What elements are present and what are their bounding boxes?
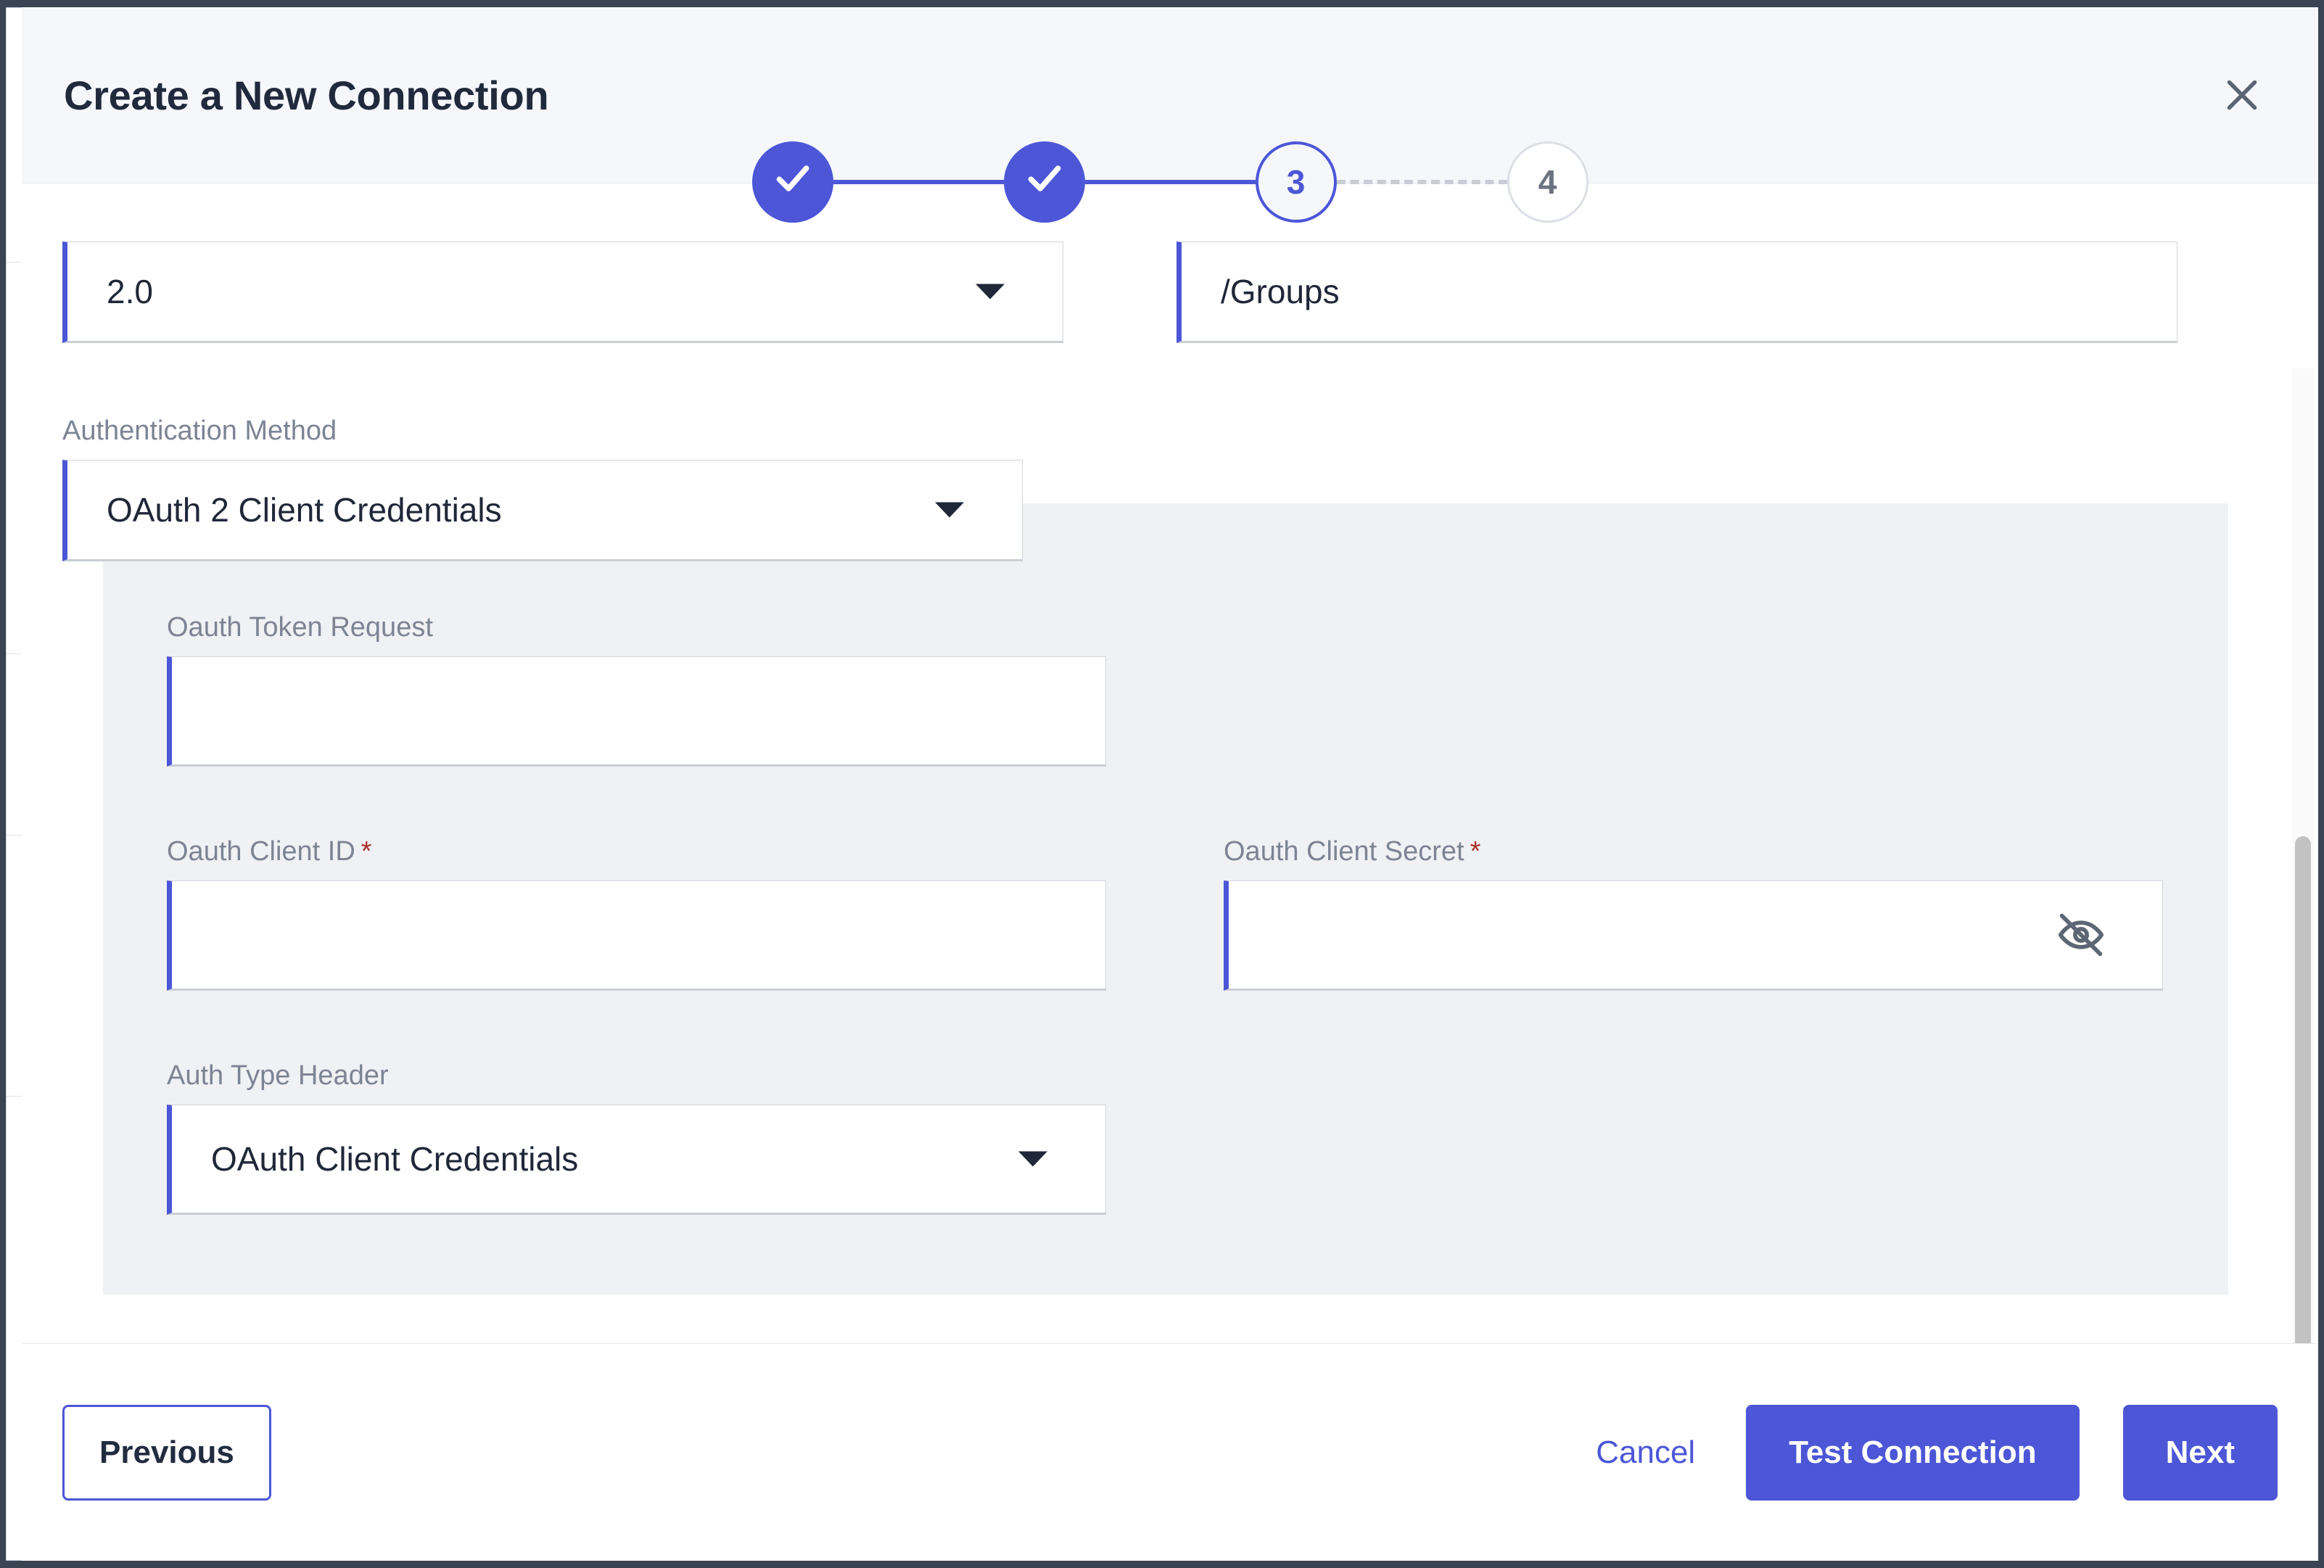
auth-method-select[interactable]: OAuth 2 Client Credentials	[62, 460, 1023, 561]
top-field-row: 2.0 /Groups	[22, 242, 2275, 343]
auth-type-header-value: OAuth Client Credentials	[211, 1140, 579, 1178]
auth-type-header-label: Auth Type Header	[167, 1060, 389, 1091]
cancel-button[interactable]: Cancel	[1589, 1435, 1702, 1471]
stepper-step-4[interactable]: 4	[1507, 141, 1589, 223]
oauth-client-id-label: Oauth Client ID *	[167, 836, 1106, 867]
groups-path-value: /Groups	[1221, 273, 1340, 310]
eye-off-icon[interactable]	[2055, 909, 2107, 961]
version-select-value: 2.0	[107, 273, 153, 310]
oauth-credentials-row: Oauth Client ID * Oauth Client Secret *	[167, 836, 2228, 991]
body-scrollbar-track[interactable]	[2292, 368, 2314, 1343]
auth-method-field-group: Authentication Method OAuth 2 Client Cre…	[22, 416, 1023, 561]
oauth-client-id-label-text: Oauth Client ID	[167, 836, 355, 867]
dialog-body: 2.0 /Groups Authentication Method OAuth …	[22, 183, 2318, 1343]
stepper: 3 4	[22, 141, 2318, 223]
chevron-down-icon	[976, 284, 1005, 300]
create-connection-dialog: Create a New Connection 3 4 2.0 /Groups …	[22, 7, 2318, 1561]
oauth-client-id-field-group: Oauth Client ID *	[167, 836, 1106, 991]
test-connection-button[interactable]: Test Connection	[1746, 1404, 2080, 1501]
oauth-client-secret-field-group: Oauth Client Secret *	[1224, 836, 2163, 991]
groups-path-input[interactable]: /Groups	[1177, 242, 2177, 343]
oauth-client-id-input[interactable]	[167, 880, 1106, 991]
auth-method-value: OAuth 2 Client Credentials	[107, 491, 502, 529]
auth-type-header-field-group: Auth Type Header OAuth Client Credential…	[167, 1060, 2228, 1215]
form-scroll-content: 2.0 /Groups Authentication Method OAuth …	[22, 183, 2275, 1295]
oauth-token-request-field-group: Oauth Token Request	[167, 612, 2228, 767]
stepper-step-2[interactable]	[1003, 141, 1085, 223]
stepper-connector-1-2	[833, 180, 1004, 184]
previous-button[interactable]: Previous	[62, 1404, 271, 1501]
check-icon	[772, 158, 813, 207]
required-marker: *	[360, 836, 372, 867]
auth-type-header-select[interactable]: OAuth Client Credentials	[167, 1105, 1106, 1215]
stepper-connector-2-3	[1084, 180, 1256, 184]
footer-actions: Cancel Test Connection Next	[1589, 1404, 2278, 1501]
oauth-token-request-input[interactable]	[167, 656, 1106, 767]
chevron-down-icon	[1018, 1151, 1047, 1167]
stepper-step-3[interactable]: 3	[1255, 141, 1337, 223]
oauth-token-request-label: Oauth Token Request	[167, 612, 433, 643]
page-title: Create a New Connection	[64, 72, 549, 118]
close-icon	[2220, 73, 2264, 117]
stepper-connector-3-4	[1336, 180, 1507, 184]
groups-path-field-group: /Groups	[1177, 242, 2177, 343]
close-button[interactable]	[2209, 62, 2275, 128]
oauth-client-secret-label: Oauth Client Secret *	[1224, 836, 2163, 867]
oauth-client-secret-label-text: Oauth Client Secret	[1224, 836, 1464, 867]
oauth-settings-panel: Oauth Token Request Oauth Client ID * Oa…	[103, 503, 2228, 1295]
next-button[interactable]: Next	[2122, 1404, 2278, 1501]
chevron-down-icon	[935, 502, 964, 518]
auth-method-label: Authentication Method	[62, 416, 337, 446]
stepper-step-1[interactable]	[751, 141, 833, 223]
viewport: Create a New Connection 3 4 2.0 /Groups …	[0, 0, 2324, 1568]
body-scrollbar-thumb[interactable]	[2295, 836, 2311, 1343]
dialog-footer: Previous Cancel Test Connection Next	[22, 1343, 2318, 1561]
oauth-client-secret-input[interactable]	[1224, 880, 2163, 991]
version-select[interactable]: 2.0	[62, 242, 1063, 343]
check-icon	[1024, 158, 1065, 207]
version-field-group: 2.0	[62, 242, 1063, 343]
required-marker: *	[1470, 836, 1481, 867]
